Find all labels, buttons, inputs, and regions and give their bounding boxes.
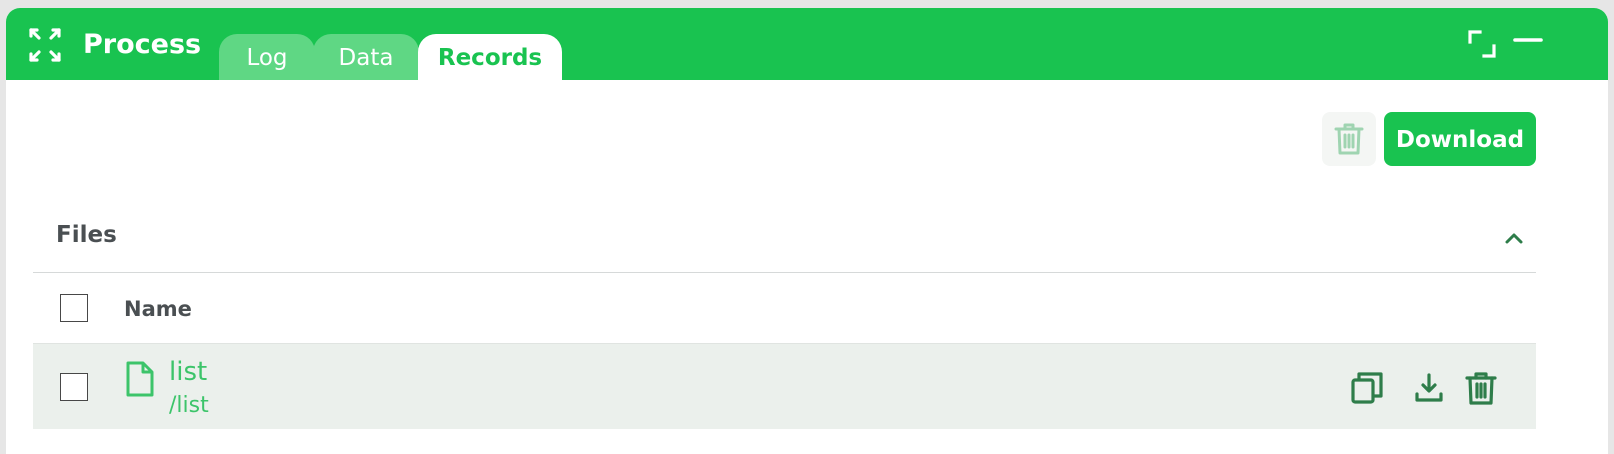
minimize-icon[interactable]: [1512, 28, 1544, 60]
section-divider: [33, 272, 1536, 273]
select-all-checkbox[interactable]: [60, 294, 88, 322]
files-section-title: Files: [56, 222, 117, 248]
process-window: Process Log Data Records Download Files …: [6, 8, 1608, 454]
tab-records[interactable]: Records: [418, 34, 562, 80]
trash-icon[interactable]: [1463, 370, 1499, 406]
download-icon[interactable]: [1411, 370, 1447, 406]
tab-data[interactable]: Data: [313, 34, 419, 80]
tab-log[interactable]: Log: [219, 34, 315, 80]
column-header-name: Name: [124, 297, 192, 321]
trash-icon: [1334, 123, 1364, 155]
file-name-link[interactable]: list: [169, 356, 207, 388]
chevron-up-icon[interactable]: [1502, 226, 1526, 250]
copy-icon[interactable]: [1349, 370, 1385, 406]
delete-selected-button[interactable]: [1322, 112, 1376, 166]
download-button[interactable]: Download: [1384, 112, 1536, 166]
process-icon: [29, 28, 61, 62]
row-checkbox[interactable]: [60, 373, 88, 401]
expand-icon[interactable]: [1466, 28, 1498, 60]
file-path: /list: [169, 393, 209, 418]
window-title: Process: [83, 29, 202, 60]
window-header: Process Log Data Records: [6, 8, 1608, 80]
table-row[interactable]: list /list: [33, 343, 1536, 429]
file-icon: [126, 361, 154, 397]
